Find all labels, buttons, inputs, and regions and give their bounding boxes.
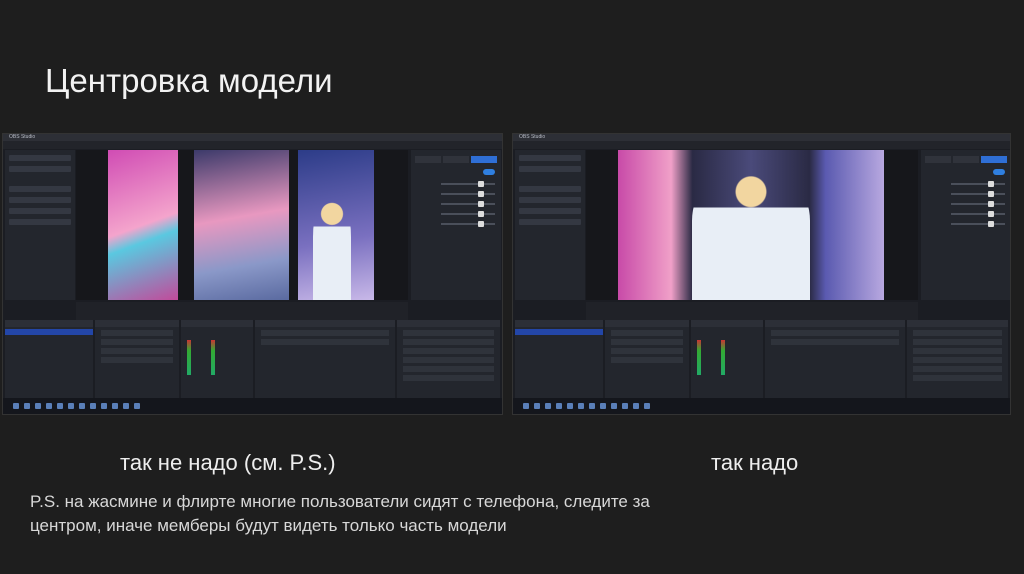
- obs-screenshot-centered: OBS Studio: [512, 133, 1011, 415]
- right-panel: [921, 150, 1010, 300]
- audio-mixer-dock: [181, 320, 253, 398]
- right-panel: [411, 150, 501, 300]
- left-panel: [5, 150, 75, 300]
- left-panel: [515, 150, 585, 300]
- controls-dock: [907, 320, 1008, 398]
- menu-bar: [513, 141, 1010, 149]
- caption-wrong: так не надо (см. P.S.): [120, 450, 336, 475]
- window-title: OBS Studio: [519, 134, 546, 140]
- status-strip: [76, 302, 408, 320]
- transitions-dock: [765, 320, 905, 398]
- transitions-dock: [255, 320, 395, 398]
- ps-note: P.S. на жасмине и флирте многие пользова…: [30, 492, 650, 535]
- title-bar: OBS Studio: [513, 134, 1010, 141]
- controls-dock: [397, 320, 500, 398]
- caption-right: так надо: [711, 450, 799, 475]
- slide-title: Центровка модели: [45, 62, 333, 99]
- preview-canvas: [76, 150, 408, 300]
- status-strip: [586, 302, 918, 320]
- obs-screenshot-off-center: OBS Studio: [2, 133, 503, 415]
- audio-mixer-dock: [691, 320, 763, 398]
- scenes-dock: [5, 320, 93, 398]
- model-figure: [692, 168, 810, 300]
- scenes-dock: [515, 320, 603, 398]
- title-bar: OBS Studio: [3, 134, 502, 141]
- model-figure: [313, 195, 352, 300]
- taskbar: [3, 398, 502, 414]
- window-title: OBS Studio: [9, 134, 36, 140]
- menu-bar: [3, 141, 502, 149]
- taskbar: [513, 398, 1010, 414]
- preview-canvas: [586, 150, 918, 300]
- sources-dock: [605, 320, 689, 398]
- sources-dock: [95, 320, 179, 398]
